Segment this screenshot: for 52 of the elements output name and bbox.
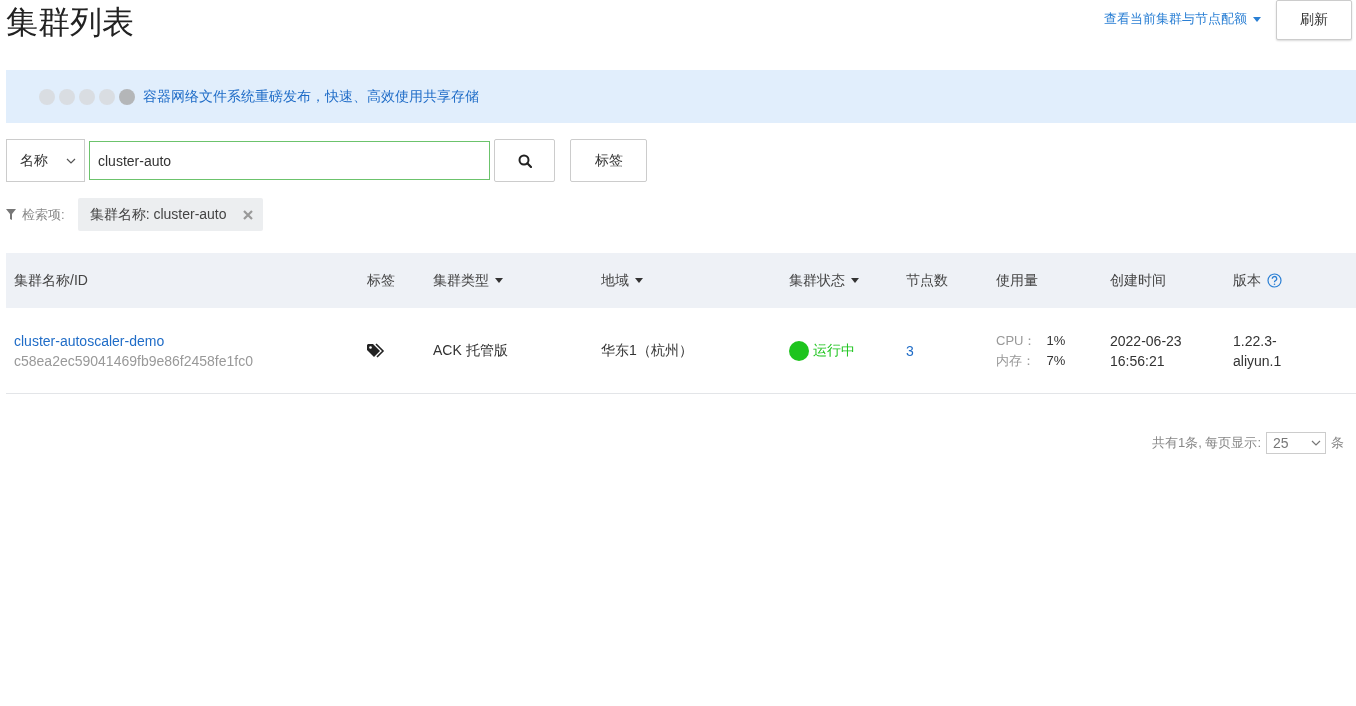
filter-icon xyxy=(6,209,16,220)
usage-value: 1% xyxy=(1046,333,1066,348)
chevron-down-icon xyxy=(1311,440,1321,446)
column-header[interactable]: 地域 xyxy=(601,271,629,290)
caret-icon xyxy=(1253,16,1261,22)
table-cell: 16:56:21 xyxy=(1110,352,1165,369)
carousel-dot[interactable] xyxy=(79,88,95,105)
filter-tag: 集群名称: cluster-auto xyxy=(77,198,263,231)
usage-value: 7% xyxy=(1046,353,1066,368)
caret-icon xyxy=(851,278,859,283)
status-text: 运行中 xyxy=(813,341,855,360)
carousel-dot[interactable] xyxy=(59,88,75,105)
quota-link[interactable]: 查看当前集群与节点配额 xyxy=(1104,10,1261,28)
carousel-dot[interactable] xyxy=(39,88,55,105)
caret-icon xyxy=(635,278,643,283)
carousel-dot[interactable] xyxy=(119,88,135,105)
table-cell: 华东1（杭州） xyxy=(601,341,693,360)
column-header: 创建时间 xyxy=(1110,271,1166,290)
chevron-down-icon xyxy=(66,157,76,164)
caret-icon xyxy=(495,278,503,283)
carousel-dot[interactable] xyxy=(99,88,115,105)
help-icon xyxy=(1267,273,1282,288)
table-cell: ACK 托管版 xyxy=(433,341,508,360)
column-header: 集群名称/ID xyxy=(14,271,88,290)
column-header: 节点数 xyxy=(906,271,948,290)
announcement-link[interactable]: 容器网络文件系统重磅发布，快速、高效使用共享存储 xyxy=(143,87,479,106)
column-header[interactable]: 集群类型 xyxy=(433,271,489,290)
column-header: 标签 xyxy=(367,271,395,290)
pagination-unit: 条 xyxy=(1331,434,1344,452)
column-header: 版本 xyxy=(1233,271,1261,290)
close-icon[interactable] xyxy=(242,209,253,220)
cluster-id: c58ea2ec59041469fb9e86f2458fe1fc0 xyxy=(14,352,253,369)
filter-label: 检索项: xyxy=(22,205,65,224)
page-title: 集群列表 xyxy=(6,3,134,42)
node-count-link[interactable]: 3 xyxy=(906,342,914,359)
search-button[interactable] xyxy=(494,139,555,182)
table-cell: 2022-06-23 xyxy=(1110,332,1182,349)
field-select[interactable]: 名称 xyxy=(6,139,85,182)
page-size-select[interactable]: 25 xyxy=(1266,432,1326,454)
tag-button[interactable]: 标签 xyxy=(570,139,647,182)
column-header: 使用量 xyxy=(996,271,1038,290)
cluster-name-link[interactable]: cluster-autoscaler-demo xyxy=(14,332,165,349)
search-field[interactable]: cluster-auto xyxy=(89,141,490,180)
column-header[interactable]: 集群状态 xyxy=(789,271,845,290)
refresh-button[interactable]: 刷新 xyxy=(1276,0,1352,40)
pagination-summary: 共有1条, 每页显示: xyxy=(1151,434,1261,452)
table-cell: aliyun.1 xyxy=(1233,352,1282,369)
table-cell: 1.22.3- xyxy=(1233,332,1277,349)
usage-label: CPU： xyxy=(996,331,1037,350)
search-icon xyxy=(517,153,532,168)
tags-icon xyxy=(367,342,387,359)
usage-label: 内存： xyxy=(996,351,1036,370)
